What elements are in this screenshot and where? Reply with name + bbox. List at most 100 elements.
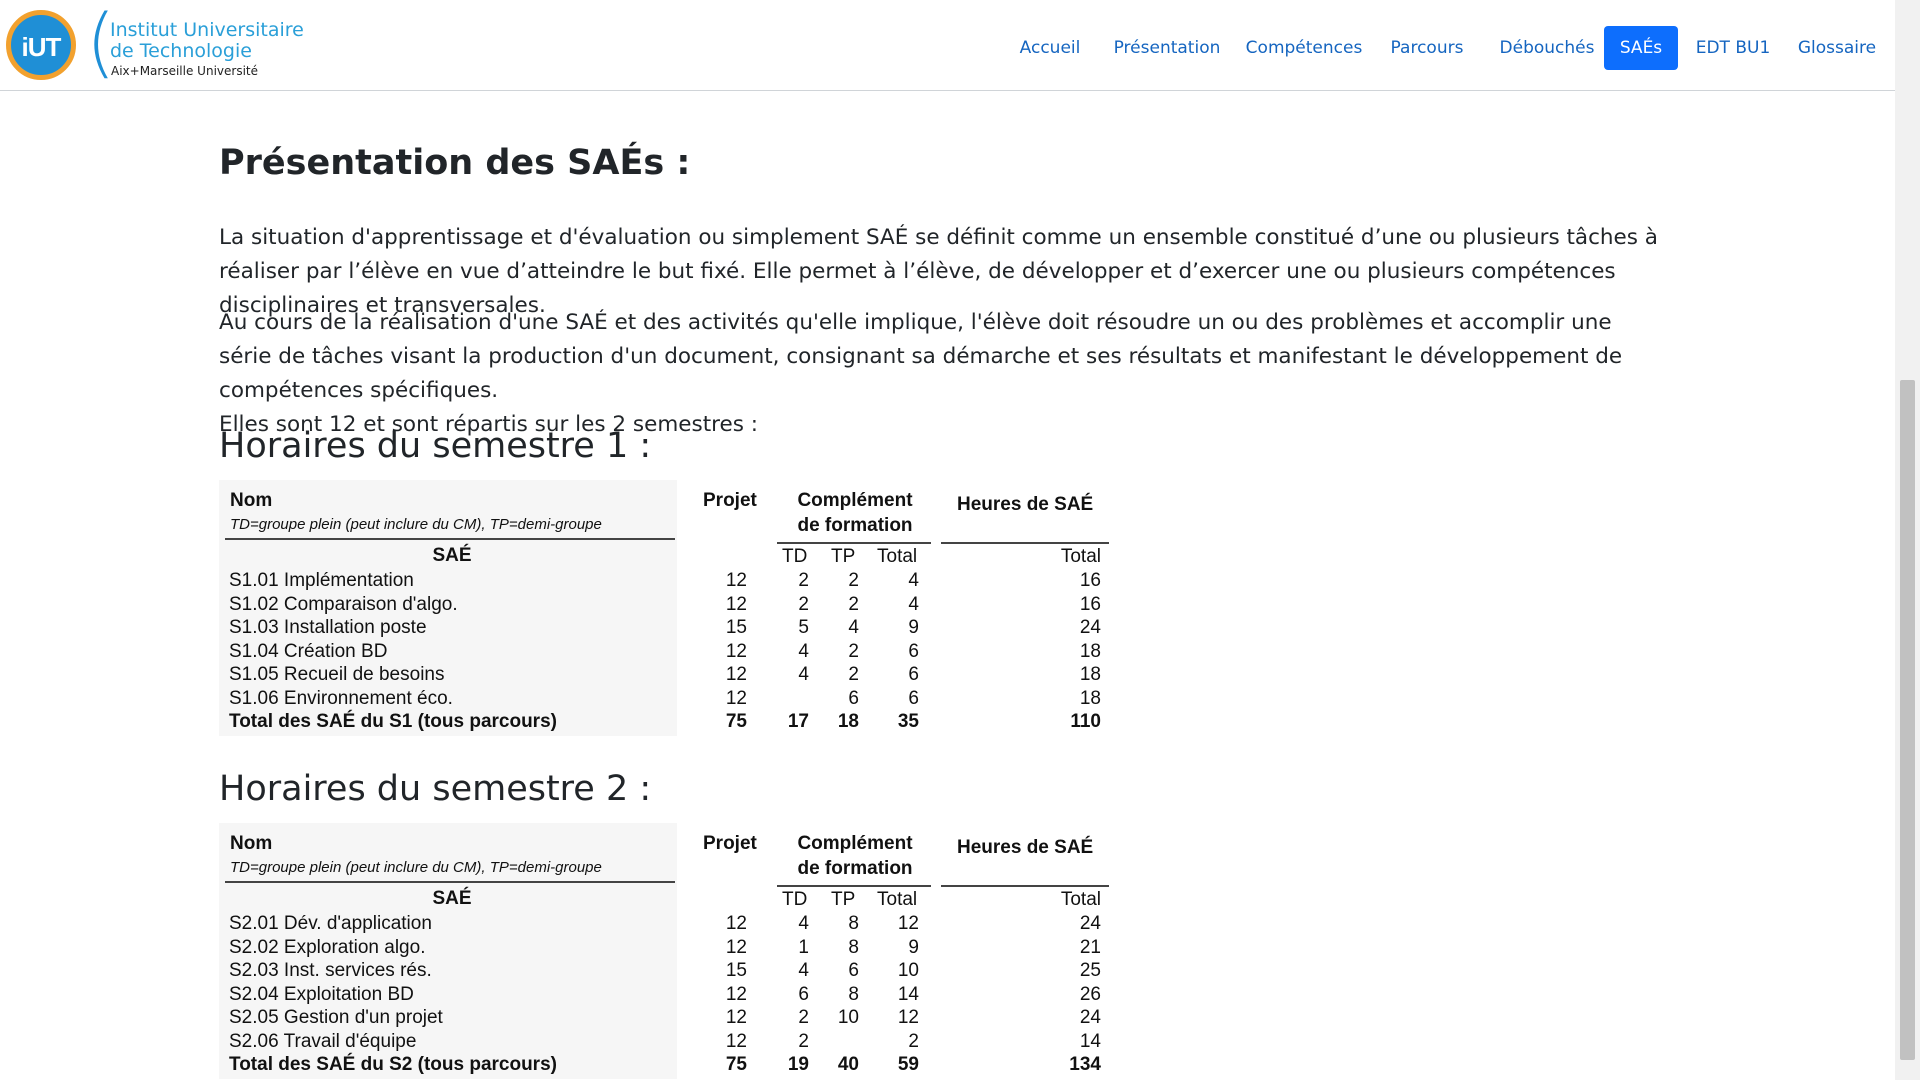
table-total-tp: 40	[837, 1054, 859, 1075]
table-total-row-name: Total des SAÉ du S1 (tous parcours)	[229, 711, 557, 732]
logo-line3: Aix+Marseille Université	[111, 64, 258, 78]
col-header-total-heures: Total	[1060, 546, 1101, 567]
header-rule	[225, 538, 675, 540]
col-header-complement: Complément	[797, 490, 913, 511]
col-header-projet: Projet	[703, 490, 757, 511]
nav-item-competences[interactable]: Compétences	[1242, 26, 1366, 70]
table-cell-td: 1	[798, 936, 809, 958]
table-cell-projet: 15	[725, 617, 747, 638]
table-total-projet: 75	[725, 711, 747, 732]
semester1-heading: Horaires du semestre 1 :	[219, 426, 652, 466]
header-rule	[941, 885, 1109, 887]
table-cell-total: 6	[908, 640, 919, 662]
table-cell-tp: 10	[837, 1007, 859, 1028]
table-cell-td: 4	[798, 640, 809, 662]
nav-item-parcours[interactable]: Parcours	[1382, 26, 1472, 70]
table-row-name: S1.05 Recueil de besoins	[229, 664, 445, 685]
table-cell-projet: 12	[725, 593, 747, 615]
col-header-projet: Projet	[703, 833, 757, 854]
table-total-heures: 110	[1070, 711, 1101, 732]
table-row-name: S2.01 Dév. d'application	[229, 913, 432, 934]
col-header-complement-line2: de formation	[797, 515, 913, 536]
table-cell-total: 2	[908, 1030, 919, 1052]
table-cell-projet: 12	[725, 983, 747, 1005]
col-header-total-heures: Total	[1060, 889, 1101, 910]
iut-logo-badge: iUT	[6, 10, 76, 80]
nav-item-debouches[interactable]: Débouchés	[1492, 26, 1602, 70]
table-cell-tp: 8	[848, 936, 859, 958]
table-row-name: S1.02 Comparaison d'algo.	[229, 593, 458, 615]
details-paragraph: Au cours de la réalisation d'une SAÉ et …	[219, 306, 1669, 442]
table-row-name: S2.05 Gestion d'un projet	[229, 1007, 443, 1028]
table-cell-td: 4	[798, 664, 809, 685]
table-cell-heures: 21	[1079, 936, 1101, 958]
table-cell-heures: 16	[1079, 593, 1101, 615]
table-total-heures: 134	[1069, 1054, 1101, 1075]
header-rule	[941, 542, 1109, 544]
table-cell-total: 4	[908, 570, 919, 591]
table-cell-tp: 6	[848, 687, 859, 709]
table-cell-projet: 12	[725, 913, 747, 934]
table-cell-tp: 4	[848, 617, 859, 638]
navbar: iUT ( Institut Universitaire de Technolo…	[0, 0, 1895, 91]
table-cell-total: 4	[908, 593, 919, 615]
table-cell-total: 6	[908, 687, 919, 709]
table-cell-tp: 6	[848, 960, 859, 981]
col-header-td: TD	[782, 546, 808, 567]
table-row-name: S1.06 Environnement éco.	[229, 687, 453, 709]
table-cell-td: 5	[798, 617, 809, 638]
iut-logo[interactable]: iUT ( Institut Universitaire de Technolo…	[4, 4, 304, 84]
nav-item-saes[interactable]: SAÉs	[1604, 26, 1678, 70]
table-cell-projet: 15	[725, 960, 747, 981]
nav-item-accueil[interactable]: Accueil	[1005, 26, 1095, 70]
scrollbar-thumb[interactable]	[1900, 380, 1915, 1060]
page-title: Présentation des SAÉs :	[219, 143, 691, 183]
table-cell-heures: 14	[1079, 1030, 1101, 1052]
table-cell-total: 12	[897, 1007, 919, 1028]
table-cell-tp: 2	[848, 593, 859, 615]
table-cell-heures: 18	[1079, 687, 1101, 709]
table-total-projet: 75	[725, 1054, 747, 1075]
table-cell-td: 2	[798, 1007, 809, 1028]
table-cell-td: 2	[798, 593, 809, 615]
table-total-total: 35	[897, 711, 919, 732]
table-cell-tp: 8	[848, 913, 859, 934]
header-rule	[225, 881, 675, 883]
col-header-td: TD	[782, 889, 808, 910]
table-row-name: S1.04 Création BD	[229, 640, 388, 662]
table-cell-td: 4	[798, 913, 809, 934]
table-cell-total: 12	[897, 913, 919, 934]
table-cell-projet: 12	[725, 570, 747, 591]
col-header-total: Total	[877, 546, 918, 567]
table-cell-heures: 26	[1079, 983, 1101, 1005]
header-rule	[777, 885, 931, 887]
table-total-total: 59	[897, 1054, 919, 1075]
table-cell-projet: 12	[725, 936, 747, 958]
col-header-nom-note: TD=groupe plein (peut inclure du CM), TP…	[230, 859, 602, 876]
col-header-nom-note: TD=groupe plein (peut inclure du CM), TP…	[230, 516, 602, 533]
col-header-nom: Nom	[230, 833, 273, 854]
table-cell-heures: 24	[1079, 1007, 1101, 1028]
table-row-name: S2.06 Travail d'équipe	[229, 1030, 417, 1052]
nav-item-presentation[interactable]: Présentation	[1108, 26, 1226, 70]
table-row-name: S1.03 Installation poste	[229, 617, 427, 638]
table-cell-td: 2	[798, 1030, 809, 1052]
table-cell-tp: 2	[848, 640, 859, 662]
page-scrollbar[interactable]	[1895, 0, 1920, 1080]
table-cell-td: 6	[798, 983, 809, 1005]
table-cell-heures: 18	[1079, 664, 1101, 685]
table-cell-projet: 12	[725, 687, 747, 709]
logo-line1: Institut Universitaire	[110, 19, 304, 41]
col-header-heures-sae: Heures de SAÉ	[957, 494, 1094, 515]
table-cell-projet: 12	[725, 1030, 747, 1052]
table-cell-total: 6	[908, 664, 919, 685]
col-header-tp: TP	[831, 546, 856, 567]
table-cell-td: 2	[798, 570, 809, 591]
col-header-total: Total	[877, 889, 918, 910]
iut-logo-badge-text: iUT	[21, 32, 62, 62]
main-nav: Accueil Présentation Compétences Parcour…	[1005, 26, 1885, 70]
col-header-complement: Complément	[797, 833, 913, 854]
nav-item-glossaire[interactable]: Glossaire	[1790, 26, 1884, 70]
nav-item-edt-bu1[interactable]: EDT BU1	[1690, 26, 1776, 70]
table-cell-projet: 12	[725, 664, 747, 685]
